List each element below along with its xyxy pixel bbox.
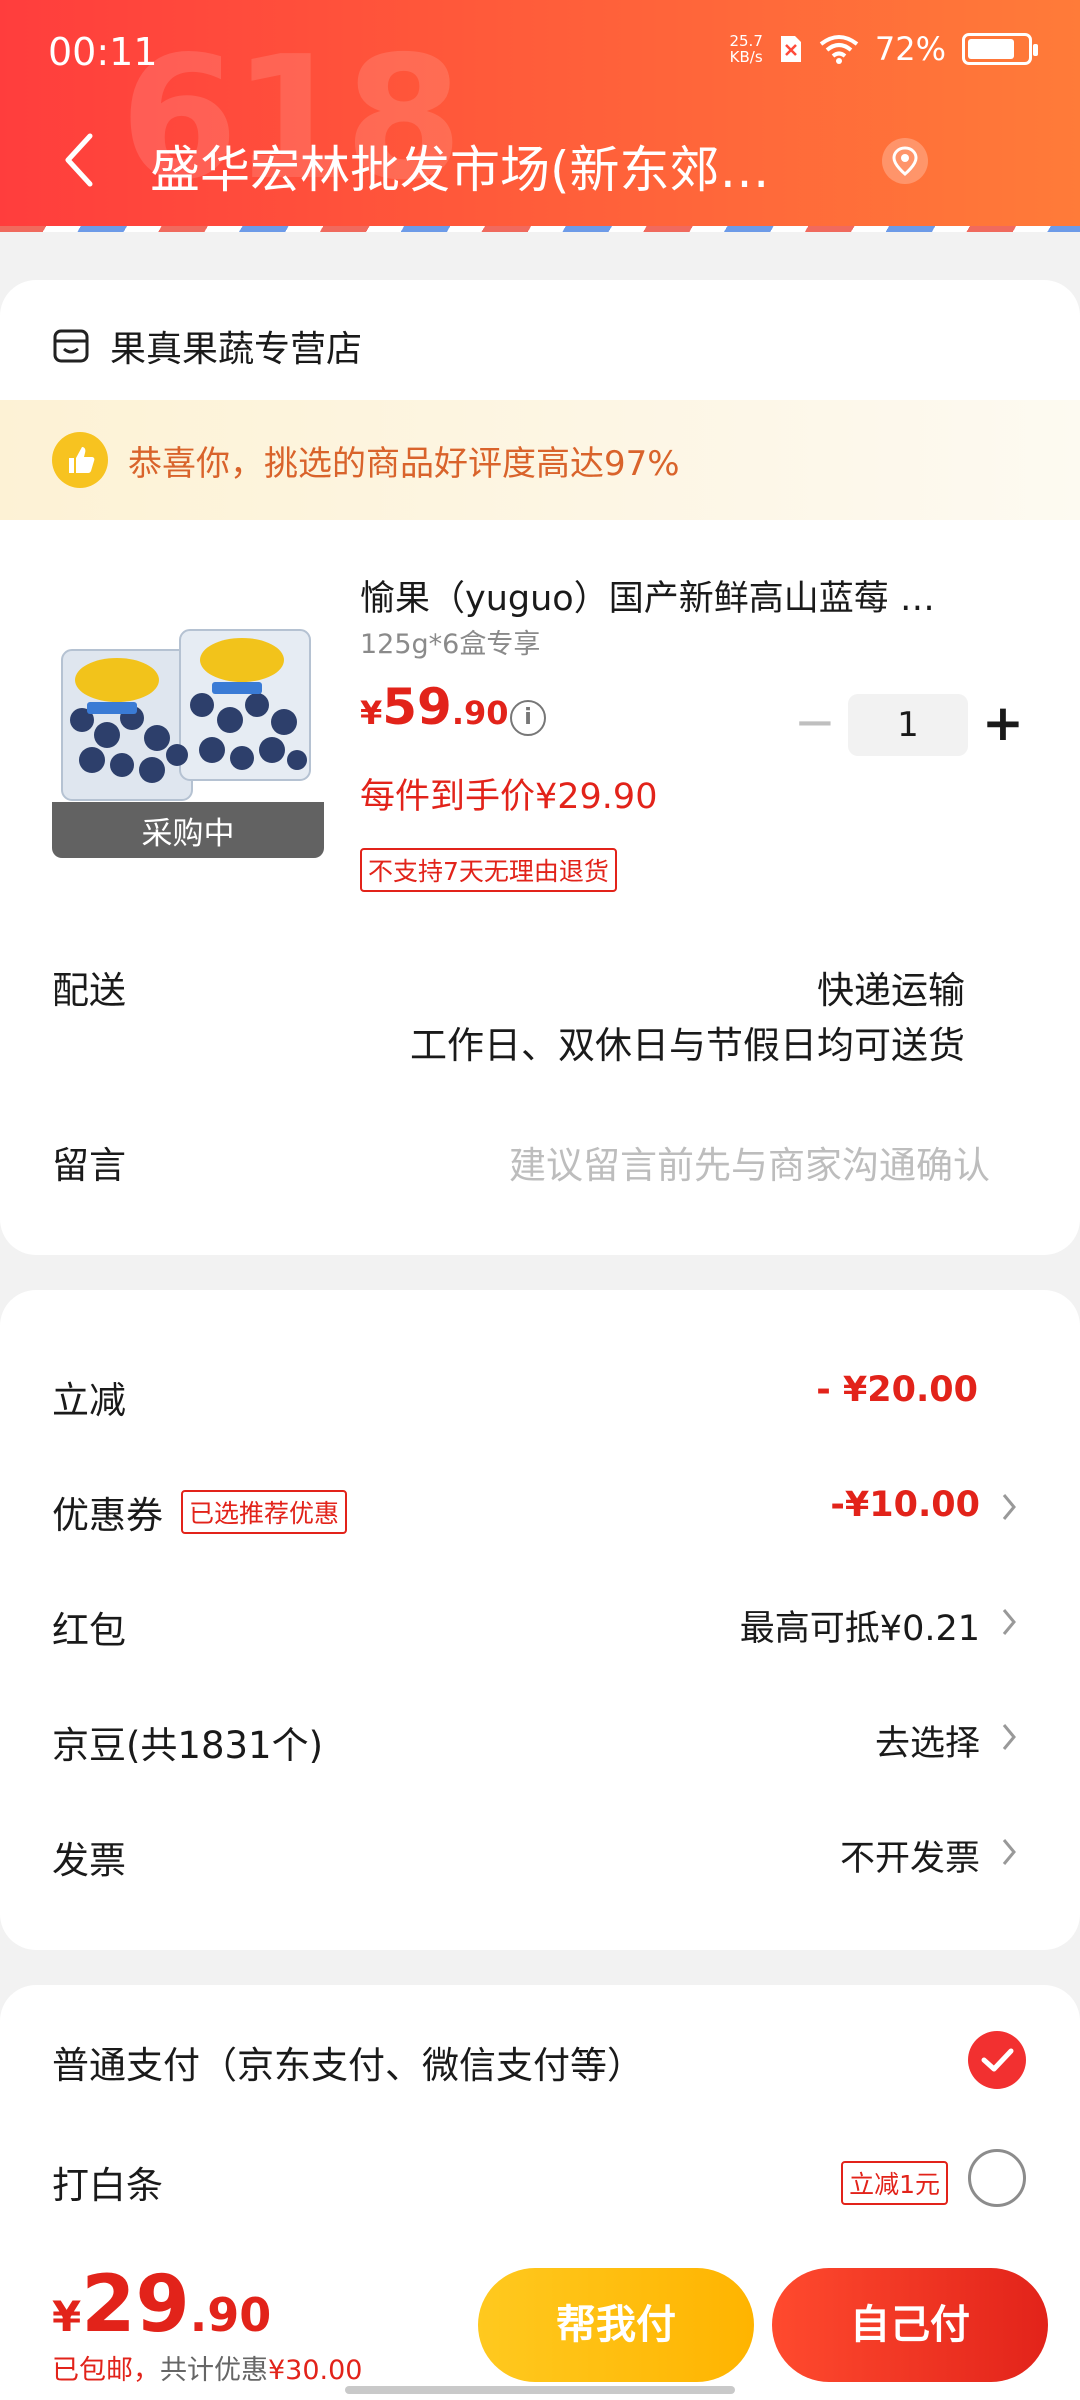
header: 618 00:11 25.7 KB/s 72% 盛华宏林批发市场(新东郊… xyxy=(0,0,1080,232)
product-title[interactable]: 愉果（yuguo）国产新鲜高山蓝莓 … xyxy=(360,570,1000,621)
total-price: ¥29.90 xyxy=(52,2260,272,2350)
chevron-right-icon xyxy=(1002,1494,1016,1520)
battery-level xyxy=(968,39,1015,59)
chevron-right-icon xyxy=(1002,1609,1016,1635)
final-price: 每件到手价¥29.90 xyxy=(360,777,658,817)
normal-pay-row[interactable]: 普通支付（京东支付、微信支付等） xyxy=(0,2005,1080,2115)
coupon-tag: 已选推荐优惠 xyxy=(181,1490,348,1534)
product-spec: 125g*6盒专享 xyxy=(360,629,541,660)
instant-discount-label: 立减 xyxy=(52,1379,126,1422)
invoice-label: 发票 xyxy=(52,1839,126,1882)
coupon-row[interactable]: 优惠券 已选推荐优惠 -¥10.00 xyxy=(0,1455,1080,1565)
price-info-icon[interactable]: i xyxy=(510,700,546,736)
location-pin-icon[interactable] xyxy=(880,136,930,186)
store-row[interactable]: 果真果蔬专营店 xyxy=(52,320,362,372)
quantity-input[interactable]: 1 xyxy=(848,694,968,756)
baitiao-tag: 立减1元 xyxy=(841,2161,948,2205)
no-sim-icon xyxy=(780,36,801,62)
help-pay-button[interactable]: 帮我付 xyxy=(478,2268,754,2382)
battery-icon xyxy=(962,33,1038,65)
airmail-stripe xyxy=(0,226,1080,232)
home-indicator[interactable] xyxy=(345,2386,735,2394)
discounts-card: 立减 - ¥20.00 优惠券 已选推荐优惠 -¥10.00 红包 最高可抵¥0… xyxy=(0,1290,1080,1950)
self-pay-button[interactable]: 自己付 xyxy=(772,2268,1048,2382)
jingdou-value: 去选择 xyxy=(874,1724,980,1764)
message-input[interactable]: 建议留言前先与商家沟通确认 xyxy=(509,1135,990,1189)
store-name: 果真果蔬专营店 xyxy=(110,329,363,370)
increase-button[interactable]: + xyxy=(978,692,1028,758)
rating-text: 恭喜你，挑选的商品好评度高达97% xyxy=(128,443,680,484)
instant-discount-value: - ¥20.00 xyxy=(816,1370,978,1410)
status-bar: 00:11 25.7 KB/s 72% xyxy=(0,0,1080,100)
product-image[interactable]: 采购中 xyxy=(52,610,324,858)
normal-pay-label: 普通支付（京东支付、微信支付等） xyxy=(52,2044,644,2087)
chevron-right-icon xyxy=(1002,1724,1016,1750)
chevron-right-icon xyxy=(1002,1839,1016,1865)
baitiao-row[interactable]: 打白条 立减1元 xyxy=(0,2125,1080,2235)
delivery-note: 工作日、双休日与节假日均可送货 xyxy=(410,1024,965,1067)
product-price: ¥59.90 xyxy=(360,678,509,736)
redpacket-value: 最高可抵¥0.21 xyxy=(739,1609,980,1649)
checkout-bar: ¥29.90 已包邮，共计优惠¥30.00 帮我付 自己付 xyxy=(0,2250,1080,2400)
rating-banner: 恭喜你，挑选的商品好评度高达97% xyxy=(0,400,1080,520)
net-speed: 25.7 KB/s xyxy=(729,32,763,66)
invoice-value: 不开发票 xyxy=(839,1839,980,1879)
jingdou-row[interactable]: 京豆(共1831个) 去选择 xyxy=(0,1685,1080,1795)
battery-percent: 72% xyxy=(874,30,946,68)
quantity-stepper: − 1 + xyxy=(780,692,1030,758)
invoice-row[interactable]: 发票 不开发票 xyxy=(0,1800,1080,1910)
coupon-label: 优惠券 xyxy=(52,1494,163,1537)
redpacket-label: 红包 xyxy=(52,1609,126,1652)
instant-discount-row: 立减 - ¥20.00 xyxy=(0,1340,1080,1450)
baitiao-label: 打白条 xyxy=(52,2164,163,2207)
delivery-method[interactable]: 快递运输 xyxy=(817,960,965,1014)
payment-card: 普通支付（京东支付、微信支付等） 打白条 立减1元 xyxy=(0,1985,1080,2285)
decrease-button[interactable]: − xyxy=(790,692,840,758)
coupon-label-group: 优惠券 已选推荐优惠 xyxy=(52,1485,348,1539)
coupon-value: -¥10.00 xyxy=(830,1485,980,1525)
jingdou-label: 京豆(共1831个) xyxy=(52,1724,324,1767)
message-label: 留言 xyxy=(52,1144,126,1187)
delivery-label: 配送 xyxy=(52,969,126,1012)
product-card: 果真果蔬专营店 恭喜你，挑选的商品好评度高达97% 采购中 愉果（yuguo）国… xyxy=(0,280,1080,1255)
checkmark-selected-icon[interactable] xyxy=(968,2031,1026,2089)
wifi-icon xyxy=(819,35,859,64)
nav-bar: 盛华宏林批发市场(新东郊… xyxy=(0,110,1080,210)
savings-summary: 已包邮，共计优惠¥30.00 xyxy=(52,2355,363,2386)
redpacket-row[interactable]: 红包 最高可抵¥0.21 xyxy=(0,1570,1080,1680)
no-return-tag: 不支持7天无理由退货 xyxy=(360,848,617,892)
status-icons: 25.7 KB/s 72% xyxy=(729,30,1038,68)
purchasing-status: 采购中 xyxy=(52,802,324,858)
status-time: 00:11 xyxy=(48,30,158,74)
thumbs-up-icon xyxy=(52,432,108,488)
address-title[interactable]: 盛华宏林批发市场(新东郊… xyxy=(150,130,830,202)
radio-unselected-icon[interactable] xyxy=(968,2149,1026,2207)
store-icon xyxy=(53,329,89,363)
back-arrow-icon[interactable] xyxy=(52,128,112,192)
